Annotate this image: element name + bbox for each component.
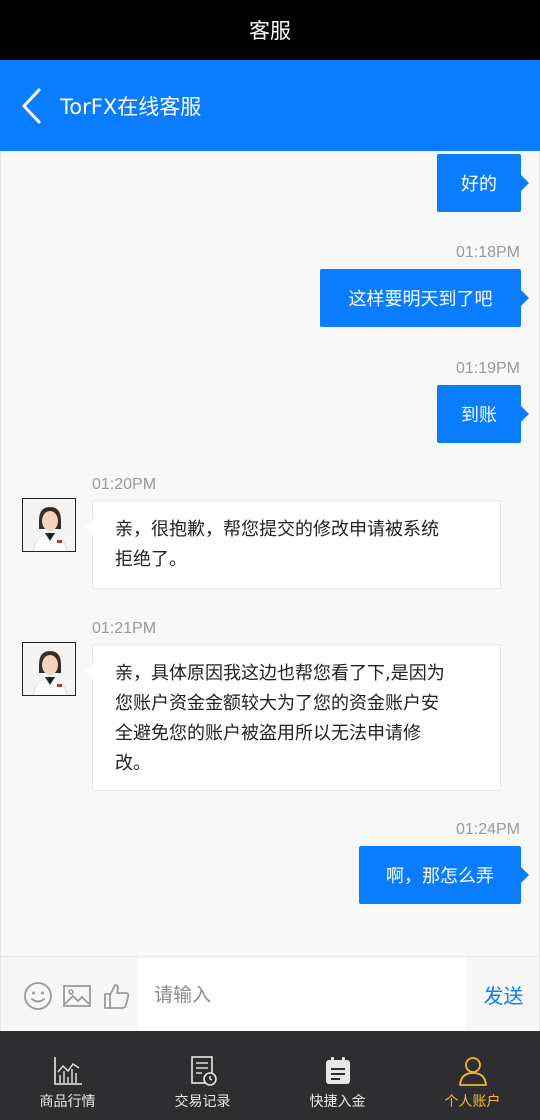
input-bar: 发送 bbox=[0, 956, 540, 1032]
image-icon[interactable] bbox=[62, 981, 92, 1011]
tab-label: 交易记录 bbox=[174, 1094, 231, 1110]
chat-area[interactable]: 好的 01:18PM 这样要明天到了吧 01:19PM 到账 01:20PM 亲… bbox=[0, 151, 540, 956]
agent-avatar bbox=[22, 642, 76, 696]
message-input[interactable] bbox=[138, 957, 466, 1032]
agent-avatar bbox=[22, 498, 76, 552]
message-line: 全避免您的账户被盗用所以无法申请修 bbox=[115, 723, 421, 744]
status-bar: 客服 bbox=[0, 0, 540, 60]
tab-label: 快捷入金 bbox=[309, 1094, 366, 1110]
message-line: 亲，具体原因我这边也帮您看了下,是因为 bbox=[115, 663, 445, 684]
tab-label: 商品行情 bbox=[39, 1094, 96, 1110]
record-clock-icon bbox=[190, 1056, 217, 1086]
message-time: 01:18PM bbox=[455, 244, 520, 261]
message-time: 01:21PM bbox=[92, 620, 157, 637]
page-title: TorFX在线客服 bbox=[60, 94, 202, 119]
message-text: 好的 bbox=[461, 174, 497, 195]
message-time: 01:19PM bbox=[455, 360, 520, 377]
nav-bar: TorFX在线客服 bbox=[0, 60, 540, 151]
back-button[interactable] bbox=[4, 60, 60, 151]
tab-market[interactable]: 商品行情 bbox=[0, 1045, 135, 1120]
calendar-icon bbox=[325, 1057, 350, 1084]
agent-avatar-image bbox=[23, 643, 75, 695]
message-line: 亲，很抱歉，帮您提交的修改申请被系统 bbox=[115, 519, 439, 540]
person-icon bbox=[458, 1057, 487, 1086]
status-bar-title: 客服 bbox=[249, 19, 291, 43]
message-bubble-incoming[interactable]: 亲，很抱歉，帮您提交的修改申请被系统 拒绝了。 bbox=[85, 500, 501, 589]
message-text: 这样要明天到了吧 bbox=[348, 289, 493, 310]
message-bubble-outgoing[interactable]: 啊，那怎么弄 bbox=[359, 846, 529, 904]
chevron-left-icon bbox=[22, 88, 41, 123]
emoji-icon[interactable] bbox=[23, 981, 53, 1011]
tabbar-divider bbox=[0, 1031, 540, 1045]
message-bubble-outgoing[interactable]: 好的 bbox=[437, 154, 529, 212]
thumbs-up-icon[interactable] bbox=[101, 981, 131, 1011]
message-bubble-outgoing[interactable]: 到账 bbox=[437, 385, 529, 443]
message-text: 啊，那怎么弄 bbox=[386, 866, 494, 887]
message-text: 到账 bbox=[461, 405, 497, 426]
send-button[interactable]: 发送 bbox=[466, 957, 540, 1032]
message-line: 拒绝了。 bbox=[115, 549, 187, 570]
tab-personal-account[interactable]: 个人账户 bbox=[405, 1045, 540, 1120]
message-time: 01:20PM bbox=[92, 476, 157, 493]
message-line: 改。 bbox=[115, 753, 151, 774]
tab-quick-deposit[interactable]: 快捷入金 bbox=[270, 1045, 405, 1120]
bottom-tab-bar: 商品行情 交易记录 快捷入金 个人账户 bbox=[0, 1045, 540, 1120]
tab-trade-records[interactable]: 交易记录 bbox=[135, 1045, 270, 1120]
message-bubble-outgoing[interactable]: 这样要明天到了吧 bbox=[320, 269, 529, 327]
tab-label: 个人账户 bbox=[444, 1094, 501, 1110]
message-line: 您账户资金金额较大为了您的资金账户安 bbox=[115, 693, 439, 714]
message-bubble-incoming[interactable]: 亲，具体原因我这边也帮您看了下,是因为 您账户资金金额较大为了您的资金账户安 全… bbox=[85, 644, 501, 791]
message-time: 01:24PM bbox=[455, 821, 520, 838]
chart-icon bbox=[53, 1057, 82, 1085]
agent-avatar-image bbox=[23, 499, 75, 551]
